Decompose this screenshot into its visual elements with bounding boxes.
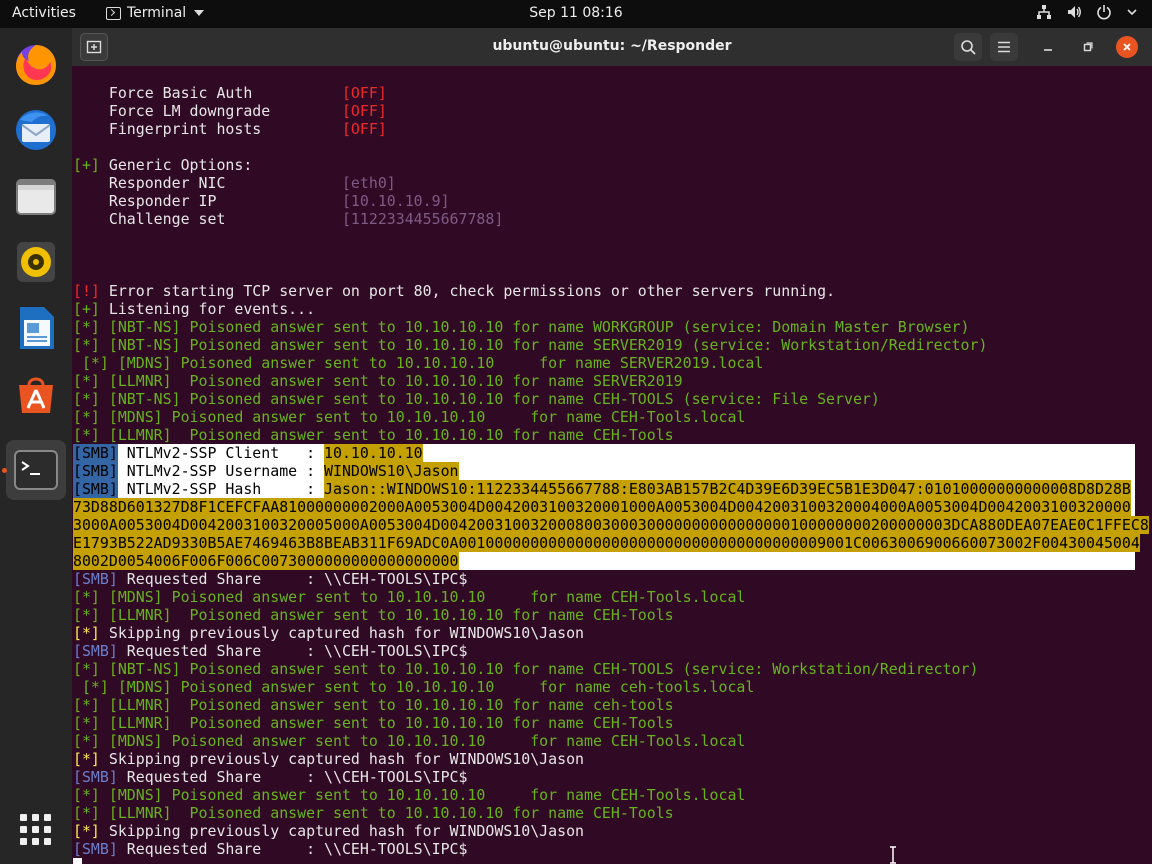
terminal-line: [SMB] Requested Share : \\CEH-TOOLS\IPC$ <box>73 570 468 588</box>
minimize-button[interactable] <box>1034 33 1062 61</box>
dock-software[interactable] <box>6 364 66 424</box>
dock-files[interactable] <box>6 166 66 226</box>
smb-hash-line: [SMB] NTLMv2-SSP Hash : Jason::WINDOWS10… <box>73 480 1135 498</box>
close-icon <box>1123 43 1131 51</box>
terminal-line: [SMB] Requested Share : \\CEH-TOOLS\IPC$ <box>73 642 468 660</box>
terminal-line: Responder IP [10.10.10.9] <box>73 192 450 210</box>
maximize-button[interactable] <box>1074 33 1102 61</box>
app-menu-label: Terminal <box>127 5 187 21</box>
caret-down-icon <box>194 10 205 16</box>
terminal-line: [*] Skipping previously captured hash fo… <box>73 750 585 768</box>
terminal-line: [!] Error starting TCP server on port 80… <box>73 282 836 300</box>
terminal-line: Fingerprint hosts [OFF] <box>73 120 387 138</box>
dock-rhythmbox[interactable] <box>6 232 66 292</box>
power-icon <box>1097 5 1111 20</box>
dock-firefox[interactable] <box>6 34 66 94</box>
smb-hash-line: E1793B522AD9330B5AE7469463B8BEAB311F69AD… <box>73 534 1140 552</box>
terminal-line: [*] [NBT-NS] Poisoned answer sent to 10.… <box>73 318 970 336</box>
terminal-line: [*] [MDNS] Poisoned answer sent to 10.10… <box>73 354 764 372</box>
terminal-line: Force Basic Auth [OFF] <box>73 84 387 102</box>
terminal-icon <box>14 450 58 490</box>
files-icon <box>16 179 56 215</box>
search-button[interactable] <box>954 33 982 61</box>
activities-button[interactable]: Activities <box>12 5 76 21</box>
terminal-line: [*] [MDNS] Poisoned answer sent to 10.10… <box>73 678 755 696</box>
minimize-icon <box>1044 49 1052 51</box>
terminal-line: [*] [LLMNR] Poisoned answer sent to 10.1… <box>73 606 674 624</box>
terminal-output[interactable]: Force Basic Auth [OFF] Force LM downgrad… <box>72 66 1152 864</box>
ibeam-cursor-icon <box>890 846 896 864</box>
terminal-line: [*] [NBT-NS] Poisoned answer sent to 10.… <box>73 336 988 354</box>
smb-client-line: [SMB] NTLMv2-SSP Client : 10.10.10.10 <box>73 444 1135 462</box>
terminal-line: [*] [MDNS] Poisoned answer sent to 10.10… <box>73 408 746 426</box>
title-bar[interactable]: ubuntu@ubuntu: ~/Responder <box>72 28 1152 66</box>
terminal-line: [*] [NBT-NS] Poisoned answer sent to 10.… <box>73 660 979 678</box>
dock <box>0 28 72 864</box>
smb-hash-line: 8002D0054006F006F006C0073000000000000000… <box>73 552 1135 570</box>
terminal-line: [*] [MDNS] Poisoned answer sent to 10.10… <box>73 588 746 606</box>
terminal-line: [*] Skipping previously captured hash fo… <box>73 822 585 840</box>
hamburger-menu-icon <box>998 41 1010 53</box>
firefox-icon <box>16 45 56 85</box>
terminal-line: [*] [LLMNR] Poisoned answer sent to 10.1… <box>73 696 674 714</box>
terminal-line: [*] [MDNS] Poisoned answer sent to 10.10… <box>73 732 746 750</box>
terminal-line: Force LM downgrade [OFF] <box>73 102 387 120</box>
dock-writer[interactable] <box>6 298 66 358</box>
dock-thunderbird[interactable] <box>6 100 66 160</box>
terminal-line: [+] Listening for events... <box>73 300 316 318</box>
text-cursor <box>73 858 82 864</box>
terminal-line: [*] [LLMNR] Poisoned answer sent to 10.1… <box>73 426 674 444</box>
software-icon <box>19 377 53 413</box>
volume-icon <box>1068 6 1081 18</box>
menu-button[interactable] <box>990 33 1018 61</box>
app-menu-terminal[interactable]: Terminal <box>106 5 205 21</box>
terminal-line: [SMB] Requested Share : \\CEH-TOOLS\IPC$ <box>73 768 468 786</box>
chevron-down-icon <box>1127 9 1137 16</box>
terminal-line: [*] Skipping previously captured hash fo… <box>73 624 585 642</box>
writer-icon <box>20 307 54 349</box>
system-tray[interactable] <box>1036 4 1138 20</box>
terminal-line: [*] [NBT-NS] Poisoned answer sent to 10.… <box>73 390 880 408</box>
clock[interactable]: Sep 11 08:16 <box>529 5 622 21</box>
dock-terminal[interactable] <box>6 440 66 500</box>
smb-hash-line: 73D88D601327D8F1CEFCFAA81000000002000A00… <box>73 498 1135 516</box>
thunderbird-icon <box>16 110 56 150</box>
app-grid-icon[interactable] <box>20 814 52 846</box>
network-icon <box>1037 5 1051 19</box>
rhythmbox-icon <box>17 242 55 282</box>
terminal-line: Responder NIC [eth0] <box>73 174 396 192</box>
terminal-icon <box>106 6 121 20</box>
terminal-line: Challenge set [1122334455667788] <box>73 210 504 228</box>
terminal-window: ubuntu@ubuntu: ~/Responder Force Basic A… <box>72 28 1152 864</box>
close-button[interactable] <box>1116 36 1138 58</box>
new-tab-button[interactable] <box>80 33 108 61</box>
smb-hash-line: 3000A0053004D0042003100320005000A0053004… <box>73 516 1149 534</box>
smb-username-line: [SMB] NTLMv2-SSP Username : WINDOWS10\Ja… <box>73 462 1135 480</box>
terminal-line: [+] Generic Options: <box>73 156 253 174</box>
terminal-line: [*] [LLMNR] Poisoned answer sent to 10.1… <box>73 714 674 732</box>
terminal-line: [*] [LLMNR] Poisoned answer sent to 10.1… <box>73 372 683 390</box>
restore-icon <box>1083 42 1093 52</box>
prompt-line <box>73 858 1152 864</box>
terminal-line: [*] [MDNS] Poisoned answer sent to 10.10… <box>73 786 746 804</box>
search-icon <box>961 40 976 55</box>
terminal-line: [*] [LLMNR] Poisoned answer sent to 10.1… <box>73 804 674 822</box>
terminal-line: [SMB] Requested Share : \\CEH-TOOLS\IPC$ <box>73 840 468 858</box>
new-tab-icon <box>86 40 102 54</box>
running-indicator <box>2 468 7 473</box>
top-bar: Activities Terminal Sep 11 08:16 <box>0 0 1152 28</box>
